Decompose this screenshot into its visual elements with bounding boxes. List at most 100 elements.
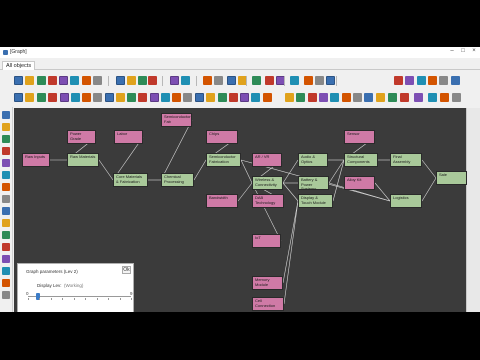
graph-node[interactable]: Sensor <box>344 130 375 144</box>
comment-icon[interactable] <box>93 76 102 85</box>
tab-all-objects[interactable]: All objects <box>2 61 36 70</box>
graph-node[interactable]: Logistics <box>390 194 422 208</box>
palette-icon[interactable] <box>400 93 409 102</box>
pan-icon[interactable] <box>414 93 423 102</box>
hand-icon[interactable] <box>240 93 249 102</box>
export-icon[interactable] <box>439 76 448 85</box>
grid-snap-icon[interactable] <box>172 93 181 102</box>
graph-node[interactable]: Semiconductor Fabrication <box>206 153 241 167</box>
stop-icon[interactable] <box>304 76 313 85</box>
align-left-icon[interactable] <box>105 93 114 102</box>
layout-h-icon[interactable] <box>37 93 46 102</box>
graph-node[interactable]: Alloy Kit <box>344 176 375 190</box>
layout-v-icon[interactable] <box>48 93 57 102</box>
star-icon[interactable] <box>14 93 23 102</box>
graph-node[interactable]: Chemical Processing <box>161 173 194 187</box>
list-icon[interactable] <box>2 291 10 299</box>
graph-node[interactable]: Semiconductor Fab <box>161 113 192 127</box>
cluster-icon[interactable] <box>2 207 10 215</box>
error-icon[interactable] <box>326 76 335 85</box>
select-icon[interactable] <box>14 76 23 85</box>
settings-icon[interactable] <box>308 93 317 102</box>
zoom-in-icon[interactable] <box>296 93 305 102</box>
level-slider-track[interactable] <box>28 296 131 297</box>
expand-icon[interactable] <box>2 135 10 143</box>
zoom-fit-icon[interactable] <box>218 93 227 102</box>
maximize-icon[interactable]: □ <box>458 48 468 54</box>
swap-icon[interactable] <box>206 93 215 102</box>
pin-icon[interactable] <box>25 93 34 102</box>
folder-icon[interactable] <box>2 231 10 239</box>
network-alt-icon[interactable] <box>2 219 10 227</box>
folder-icon[interactable] <box>353 93 362 102</box>
save-icon[interactable] <box>342 93 351 102</box>
close-icon[interactable] <box>2 111 10 119</box>
align-top-icon[interactable] <box>127 93 136 102</box>
graph-node[interactable]: Raw Inputs <box>22 153 50 167</box>
chart-icon[interactable] <box>2 243 10 251</box>
graph-node[interactable]: DAB Technology <box>252 194 284 208</box>
printer-icon[interactable] <box>330 93 339 102</box>
close-icon[interactable] <box>290 76 299 85</box>
align-bottom-icon[interactable] <box>138 93 147 102</box>
graph-node[interactable]: Labor <box>114 130 143 144</box>
home-icon[interactable] <box>405 76 414 85</box>
add-icon[interactable] <box>214 76 223 85</box>
home-icon[interactable] <box>319 93 328 102</box>
branch-icon[interactable] <box>2 123 10 131</box>
export-icon[interactable] <box>251 93 260 102</box>
zoom-in-icon[interactable] <box>451 76 460 85</box>
find-icon[interactable] <box>82 76 91 85</box>
paste-icon[interactable] <box>82 93 91 102</box>
text-icon[interactable] <box>70 76 79 85</box>
cut-icon[interactable] <box>417 76 426 85</box>
print-icon[interactable] <box>229 93 238 102</box>
distribute-v-icon[interactable] <box>161 93 170 102</box>
save-alt-icon[interactable] <box>440 93 449 102</box>
close-window-icon[interactable]: × <box>469 48 479 54</box>
clipboard-icon[interactable] <box>252 76 261 85</box>
graph-icon[interactable] <box>2 183 10 191</box>
hierarchy-icon[interactable] <box>2 195 10 203</box>
graph-node[interactable]: Audio & Optics <box>298 153 328 167</box>
move-icon[interactable] <box>25 76 34 85</box>
graph-node[interactable]: Structural Components <box>344 153 378 167</box>
graph-node[interactable]: Final Assembly <box>390 153 422 167</box>
graph-node[interactable]: IoT <box>252 234 281 248</box>
image-icon[interactable] <box>195 93 204 102</box>
home-icon[interactable] <box>265 76 274 85</box>
graph-node[interactable]: Chips <box>206 130 238 144</box>
distribute-h-icon[interactable] <box>150 93 159 102</box>
pencil-icon[interactable] <box>2 279 10 287</box>
graph-node[interactable]: Sale <box>436 171 467 185</box>
graph-node[interactable]: Display & Touch Module <box>298 194 333 208</box>
expand-icon[interactable] <box>203 76 212 85</box>
graph-node[interactable]: Cell Connection <box>252 297 284 311</box>
graph-node[interactable]: Wireless & Connectivity <box>252 176 283 190</box>
copy-icon[interactable] <box>71 93 80 102</box>
network-icon[interactable] <box>2 159 10 167</box>
graph-node[interactable]: Battery & Power Systems <box>298 176 329 190</box>
collapse-icon[interactable] <box>181 76 190 85</box>
search-icon[interactable] <box>59 76 68 85</box>
scissors-icon[interactable] <box>60 93 69 102</box>
network-icon[interactable] <box>428 93 437 102</box>
graph-node[interactable]: Memory Module <box>252 276 283 290</box>
zoom-in-icon[interactable] <box>37 76 46 85</box>
node-add-icon[interactable] <box>116 76 125 85</box>
graph-node[interactable]: Power Grade <box>67 130 96 144</box>
chain-icon[interactable] <box>2 171 10 179</box>
screen-icon[interactable] <box>315 76 324 85</box>
star-icon[interactable] <box>452 93 461 102</box>
zoom-out-icon[interactable] <box>285 93 294 102</box>
edit-icon[interactable] <box>148 76 157 85</box>
undo-icon[interactable] <box>376 93 385 102</box>
chart-icon[interactable] <box>364 93 373 102</box>
settings-icon[interactable] <box>263 93 272 102</box>
redo-icon[interactable] <box>388 93 397 102</box>
save-icon[interactable] <box>394 76 403 85</box>
vertical-scrollbar[interactable] <box>466 108 480 312</box>
folder-icon[interactable] <box>428 76 437 85</box>
tree-icon[interactable] <box>2 147 10 155</box>
zoom-out-icon[interactable] <box>48 76 57 85</box>
